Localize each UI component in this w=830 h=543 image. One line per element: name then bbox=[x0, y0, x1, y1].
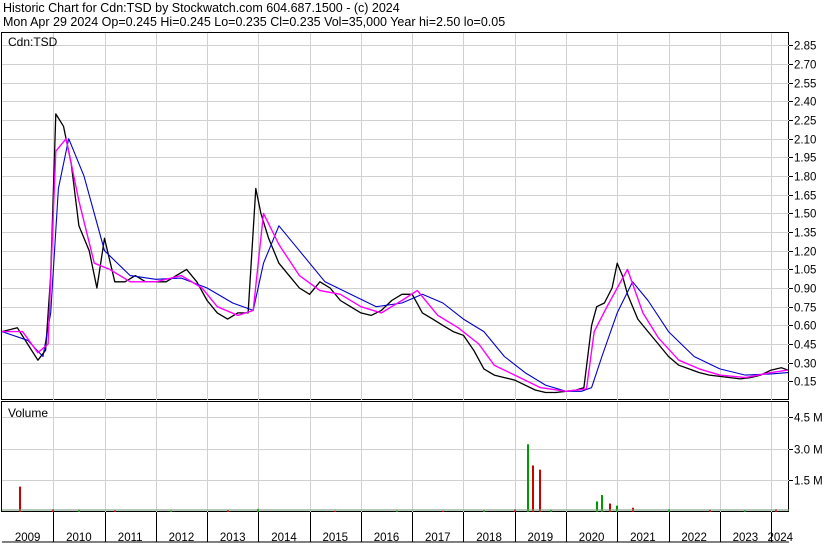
price-tick-label: 1.35 bbox=[794, 228, 816, 240]
year-label: 2016 bbox=[374, 532, 400, 543]
volume-tick-label: 4.5 M bbox=[794, 413, 823, 425]
price-tick-label: 0.75 bbox=[794, 303, 816, 315]
volume-bar bbox=[527, 444, 529, 512]
year-label: 2023 bbox=[733, 532, 759, 543]
price-tick-label: 2.85 bbox=[794, 41, 816, 53]
year-label: 2018 bbox=[476, 532, 502, 543]
year-label: 2011 bbox=[118, 532, 143, 543]
volume-tick-label: 3.0 M bbox=[794, 445, 823, 457]
price-tick-label: 2.25 bbox=[794, 116, 816, 128]
price-tick-label: 1.80 bbox=[794, 172, 816, 184]
chart-canvas: 2.85 2.70 2.55 2.40 2.25 2.10 1.95 1.80 1.65 1.50… bbox=[1, 32, 823, 543]
volume-bar bbox=[532, 465, 534, 512]
year-label: 2013 bbox=[220, 532, 246, 543]
volume-bar bbox=[616, 505, 618, 512]
price-tick-label: 0.90 bbox=[794, 284, 816, 296]
year-label: 2010 bbox=[66, 532, 92, 543]
volume-bar bbox=[19, 486, 21, 512]
price-tick-label: 2.10 bbox=[794, 135, 816, 147]
price-tick-label: 0.45 bbox=[794, 340, 816, 352]
price-tick-label: 2.70 bbox=[794, 60, 816, 72]
price-tick-label: 0.30 bbox=[794, 359, 816, 371]
year-label: 2022 bbox=[681, 532, 707, 543]
year-label: 2014 bbox=[271, 532, 297, 543]
year-label: 2015 bbox=[322, 532, 348, 543]
price-tick-label: 1.95 bbox=[794, 153, 816, 165]
price-axis: 2.85 2.70 2.55 2.40 2.25 2.10 1.95 1.80 1.65 1.50… bbox=[789, 41, 816, 389]
price-tick-label: 1.05 bbox=[794, 265, 816, 277]
volume-axis: 4.5 M 3.0 M 1.5 M bbox=[789, 413, 823, 488]
price-tick-label: 1.20 bbox=[794, 247, 816, 259]
price-panel-title: Cdn:TSD bbox=[8, 35, 58, 49]
price-tick-label: 2.55 bbox=[794, 79, 816, 91]
price-tick-label: 0.60 bbox=[794, 321, 816, 333]
volume-baseline-bars bbox=[2, 509, 789, 511]
year-label: 2024 bbox=[767, 532, 793, 543]
volume-bar bbox=[539, 469, 541, 512]
time-axis: 2009 2010 2011 2012 2013 2014 2015 2016 2017 2018… bbox=[2, 512, 794, 543]
year-label: 2017 bbox=[425, 532, 451, 543]
price-tick-label: 1.65 bbox=[794, 191, 816, 203]
year-label: 2021 bbox=[630, 532, 656, 543]
volume-tick-label: 1.5 M bbox=[794, 476, 823, 488]
year-label: 2019 bbox=[528, 532, 554, 543]
price-tick-label: 2.40 bbox=[794, 97, 816, 109]
year-label: 2020 bbox=[579, 532, 605, 543]
year-label: 2012 bbox=[169, 532, 195, 543]
volume-panel-title: Volume bbox=[8, 406, 48, 420]
price-tick-label: 1.50 bbox=[794, 209, 816, 221]
price-tick-label: 0.15 bbox=[794, 377, 816, 389]
year-label: 2009 bbox=[15, 532, 41, 543]
